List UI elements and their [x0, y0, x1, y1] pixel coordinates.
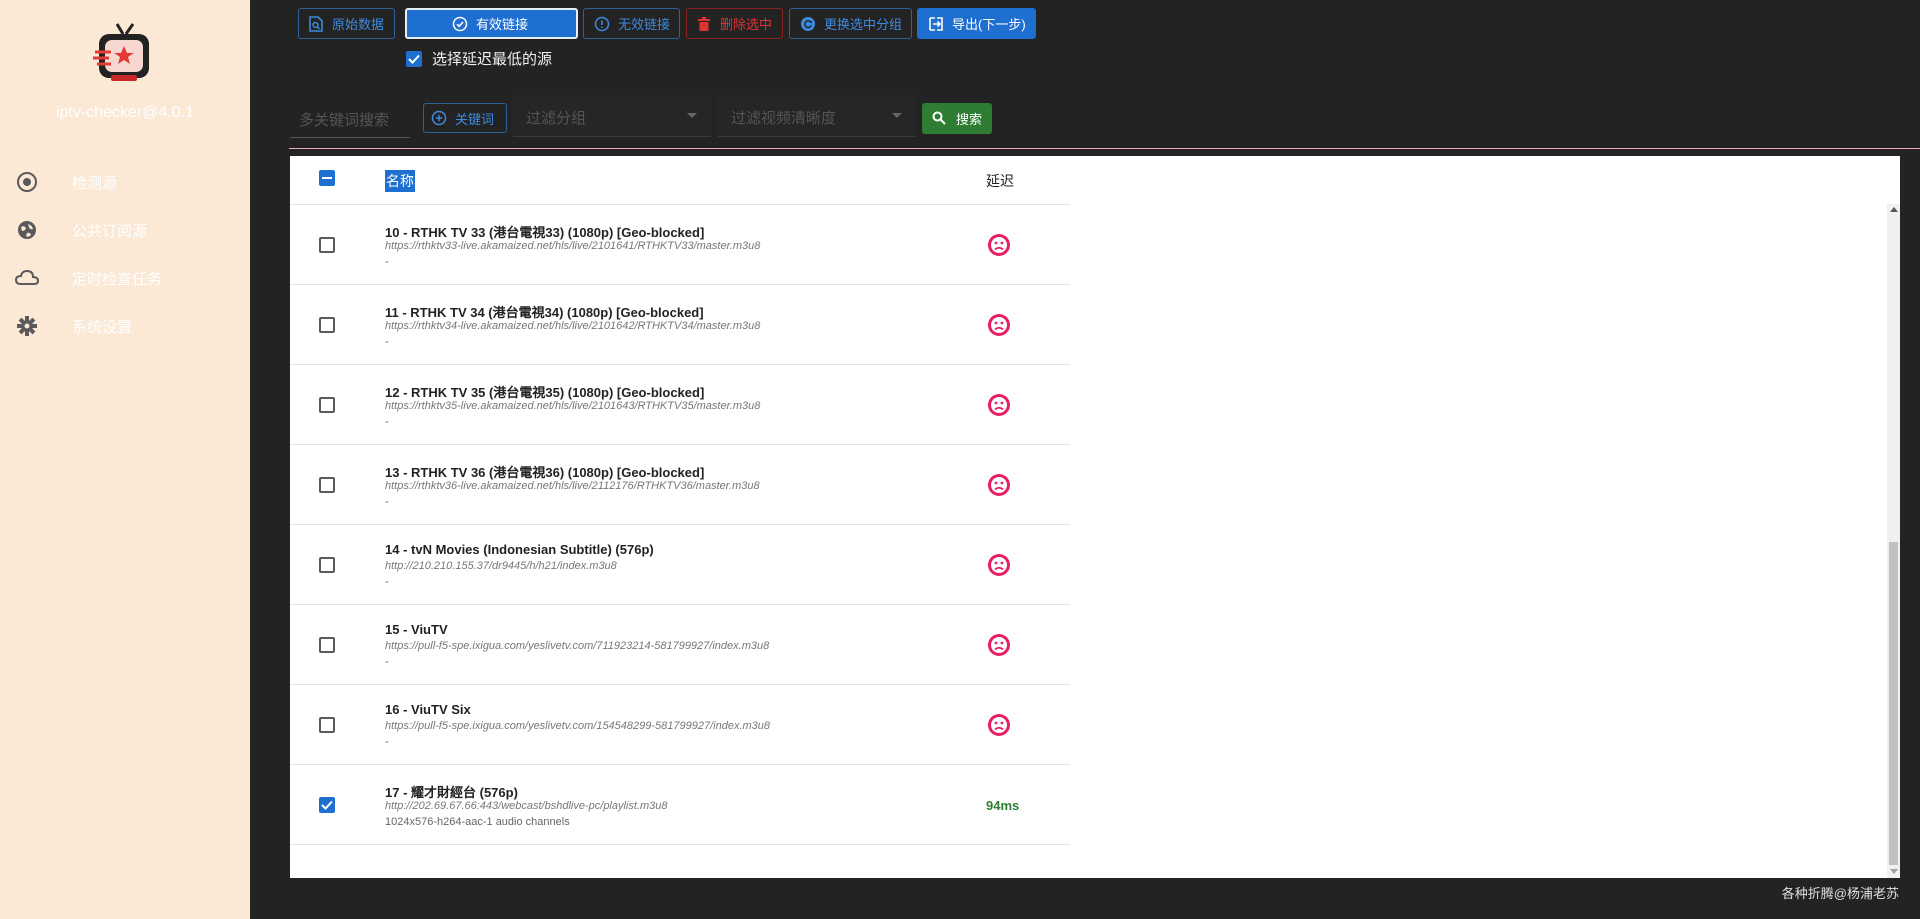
scrollbar-thumb[interactable] — [1889, 542, 1898, 865]
app-title: iptv-checker@4.0.1 — [55, 104, 195, 121]
sad-face-icon — [987, 473, 1011, 497]
keyword-search-input[interactable]: 多关键词搜索 — [290, 98, 410, 138]
channel-title: 16 - ViuTV Six — [385, 702, 471, 717]
document-search-icon — [309, 15, 324, 32]
delete-selected-button[interactable]: 删除选中 — [686, 8, 783, 39]
lowest-latency-option[interactable]: 选择延迟最低的源 — [406, 48, 552, 69]
channel-title: 13 - RTHK TV 36 (港台電視36) (1080p) [Geo-bl… — [385, 465, 705, 480]
divider — [289, 148, 1920, 149]
channel-url: https://rthktv36-live.akamaized.net/hls/… — [385, 480, 760, 492]
column-header-delay[interactable]: 延迟 — [986, 171, 1014, 191]
column-header-name[interactable]: 名称 — [385, 170, 415, 192]
row-checkbox[interactable] — [319, 317, 335, 333]
sad-face-icon — [987, 313, 1011, 337]
raw-data-button[interactable]: 原始数据 — [298, 8, 395, 39]
group-filter-select[interactable]: 过滤分组 — [513, 95, 711, 137]
trash-icon — [697, 16, 712, 32]
vertical-scrollbar[interactable] — [1887, 204, 1900, 878]
table-row[interactable]: 13 - RTHK TV 36 (港台電視36) (1080p) [Geo-bl… — [290, 445, 1070, 525]
channel-title: 14 - tvN Movies (Indonesian Subtitle) (5… — [385, 542, 654, 557]
channel-meta: - — [385, 576, 389, 588]
channel-url: https://rthktv33-live.akamaized.net/hls/… — [385, 240, 761, 252]
table-row[interactable]: 15 - ViuTV https://pull-f5-spe.ixigua.com… — [290, 605, 1070, 685]
cloud-icon — [14, 265, 40, 291]
channel-url: http://210.210.155.37/dr9445/h/h21/index… — [385, 560, 617, 572]
channel-title: 15 - ViuTV — [385, 622, 448, 637]
globe-icon — [14, 217, 40, 243]
app-logo-icon — [93, 22, 155, 86]
channel-title: 10 - RTHK TV 33 (港台電視33) (1080p) [Geo-bl… — [385, 225, 705, 240]
row-checkbox[interactable] — [319, 477, 335, 493]
lowest-latency-checkbox[interactable] — [406, 50, 422, 67]
sad-face-icon — [987, 713, 1011, 737]
sidebar-item-label: 系统设置 — [72, 318, 133, 336]
export-icon — [928, 16, 944, 32]
channel-url: http://202.69.67.66:443/webcast/bshdlive… — [385, 800, 668, 812]
channel-meta: - — [385, 416, 389, 428]
plus-circle-icon — [431, 110, 447, 126]
channel-meta: - — [385, 496, 389, 508]
table-row[interactable]: 10 - RTHK TV 33 (港台電視33) (1080p) [Geo-bl… — [290, 205, 1070, 285]
info-circle-icon — [594, 16, 610, 32]
row-checkbox[interactable] — [319, 557, 335, 573]
channel-url: https://rthktv35-live.akamaized.net/hls/… — [385, 400, 761, 412]
search-icon — [932, 111, 948, 127]
row-checkbox[interactable] — [319, 717, 335, 733]
export-next-button[interactable]: 导出(下一步) — [917, 8, 1036, 39]
channel-title: 11 - RTHK TV 34 (港台電視34) (1080p) [Geo-bl… — [385, 305, 704, 320]
sidebar-item-public-subscriptions[interactable]: 公共订阅源 — [0, 210, 250, 250]
sad-face-icon — [987, 233, 1011, 257]
channel-title: 17 - 耀才財經台 (576p) — [385, 785, 518, 800]
change-group-button[interactable]: 更换选中分组 — [789, 8, 912, 39]
table-row[interactable]: 14 - tvN Movies (Indonesian Subtitle) (5… — [290, 525, 1070, 605]
row-checkbox[interactable] — [319, 237, 335, 253]
channel-url: https://rthktv34-live.akamaized.net/hls/… — [385, 320, 761, 332]
chevron-down-icon — [892, 113, 902, 118]
channel-meta: - — [385, 736, 389, 748]
channel-title: 12 - RTHK TV 35 (港台電視35) (1080p) [Geo-bl… — [385, 385, 705, 400]
select-all-checkbox[interactable] — [319, 170, 335, 186]
delay-value: 94ms — [986, 798, 1020, 813]
scroll-down-icon[interactable] — [1890, 869, 1898, 874]
radio-target-icon — [14, 169, 40, 195]
table-row[interactable]: 17 - 耀才財經台 (576p) http://202.69.67.66:443… — [290, 765, 1070, 845]
channel-meta: - — [385, 336, 389, 348]
sidebar-item-label: 公共订阅源 — [72, 222, 148, 240]
sidebar: iptv-checker@4.0.1 检测源 公共订阅源 定时检查任务 系统设置 — [0, 0, 250, 919]
refresh-circle-icon — [800, 16, 816, 32]
invalid-links-button[interactable]: 无效链接 — [583, 8, 680, 39]
channel-meta: - — [385, 256, 389, 268]
sad-face-icon — [987, 393, 1011, 417]
table-header: 名称 延迟 — [290, 156, 1900, 204]
channel-url: https://pull-f5-spe.ixigua.com/yeslivetv… — [385, 640, 770, 652]
lowest-latency-label: 选择延迟最低的源 — [432, 51, 553, 68]
channel-meta: - — [385, 656, 389, 668]
sidebar-item-check-sources[interactable]: 检测源 — [0, 162, 250, 202]
footer-credit: 各种折腾@杨浦老苏 — [1781, 886, 1899, 901]
sad-face-icon — [987, 633, 1011, 657]
channel-meta: 1024x576-h264-aac-1 audio channels — [385, 816, 570, 828]
sidebar-item-scheduled-tasks[interactable]: 定时检查任务 — [0, 258, 250, 298]
keyword-button[interactable]: 关键词 — [423, 103, 507, 133]
row-checkbox[interactable] — [319, 797, 335, 813]
valid-links-button[interactable]: 有效链接 — [405, 8, 578, 39]
chevron-down-icon — [687, 113, 697, 118]
resolution-filter-select[interactable]: 过滤视频清晰度 — [718, 95, 916, 137]
check-circle-icon — [452, 16, 468, 32]
sidebar-item-label: 定时检查任务 — [72, 270, 163, 288]
table-row[interactable]: 11 - RTHK TV 34 (港台電視34) (1080p) [Geo-bl… — [290, 285, 1070, 365]
results-table: 名称 延迟 https://rthktv32-live.akamaized.ne… — [290, 156, 1900, 878]
sidebar-item-settings[interactable]: 系统设置 — [0, 306, 250, 346]
search-button[interactable]: 搜索 — [922, 103, 992, 134]
row-checkbox[interactable] — [319, 397, 335, 413]
sidebar-item-label: 检测源 — [72, 174, 118, 192]
gear-icon — [14, 313, 40, 339]
row-checkbox[interactable] — [319, 637, 335, 653]
table-row[interactable]: 16 - ViuTV Six https://pull-f5-spe.ixigua… — [290, 685, 1070, 765]
sad-face-icon — [987, 553, 1011, 577]
table-row[interactable]: 12 - RTHK TV 35 (港台電視35) (1080p) [Geo-bl… — [290, 365, 1070, 445]
scroll-up-icon[interactable] — [1890, 207, 1898, 212]
channel-url: https://pull-f5-spe.ixigua.com/yeslivetv… — [385, 720, 771, 732]
